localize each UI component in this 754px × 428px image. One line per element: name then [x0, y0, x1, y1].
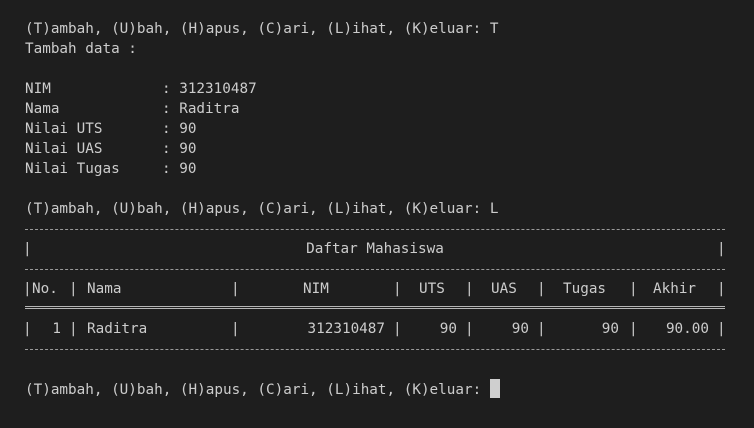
menu-prompt-line-1: (T)ambah, (U)bah, (H)apus, (C)ari, (L)ih…	[25, 19, 498, 39]
cell-nama: Raditra	[87, 321, 148, 337]
field-row-uas: Nilai UAS: 90	[25, 141, 197, 157]
table-border: |	[537, 281, 546, 297]
table-border: |	[717, 321, 726, 337]
menu-prompt-line-3[interactable]: (T)ambah, (U)bah, (H)apus, (C)ari, (L)ih…	[25, 379, 500, 399]
table-header-double-rule	[25, 306, 725, 309]
table-border: |	[23, 321, 32, 337]
field-label-tugas: Nilai Tugas	[25, 161, 120, 177]
table-border: |	[629, 281, 638, 297]
table-border: |	[537, 321, 546, 337]
cell-uas: 90	[511, 321, 529, 337]
table-title-row: | Daftar Mahasiswa |	[23, 239, 727, 259]
table-header-top-rule	[25, 269, 725, 270]
field-row-tugas: Nilai Tugas: 90	[25, 161, 197, 177]
table-top-rule	[25, 229, 725, 230]
menu-prompt-text: (T)ambah, (U)bah, (H)apus, (C)ari, (L)ih…	[25, 382, 490, 398]
table-border: |	[393, 281, 402, 297]
field-value-uas: 90	[179, 141, 197, 157]
table-border: |	[231, 321, 240, 337]
cell-no: 1	[52, 321, 61, 337]
column-header-nim: NIM	[303, 281, 329, 297]
cell-akhir: 90.00	[665, 321, 709, 337]
terminal-window[interactable]: (T)ambah, (U)bah, (H)apus, (C)ari, (L)ih…	[0, 0, 754, 428]
field-label-uas: Nilai UAS	[25, 141, 103, 157]
field-value-tugas: 90	[179, 161, 197, 177]
field-value-nim: 312310487	[179, 81, 257, 97]
column-header-akhir: Akhir	[653, 281, 697, 297]
field-value-uts: 90	[179, 121, 197, 137]
cell-nim: 312310487	[307, 321, 385, 337]
table-border: |	[717, 281, 726, 297]
table-row: | 1 | Raditra | 312310487 | 90 | 90 | 90…	[23, 319, 727, 339]
text-cursor[interactable]	[489, 379, 500, 398]
field-label-nim: NIM	[25, 81, 51, 97]
table-header-row: | No. | Nama | NIM | UTS | UAS | Tugas |…	[23, 279, 727, 299]
table-border: |	[231, 281, 240, 297]
column-header-uas: UAS	[491, 281, 517, 297]
field-row-uts: Nilai UTS: 90	[25, 121, 197, 137]
column-header-nama: Nama	[87, 281, 122, 297]
field-row-nim: NIM: 312310487	[25, 81, 257, 97]
column-header-tugas: Tugas	[563, 281, 607, 297]
table-border: |	[393, 321, 402, 337]
table-border: |	[69, 321, 78, 337]
field-label-nama: Nama	[25, 101, 60, 117]
table-bottom-rule	[25, 349, 725, 350]
user-choice-add: T	[489, 21, 499, 37]
field-value-nama: Raditra	[179, 101, 240, 117]
column-header-uts: UTS	[419, 281, 445, 297]
table-border: |	[465, 321, 474, 337]
table-border: |	[629, 321, 638, 337]
table-border: |	[717, 241, 726, 257]
field-row-nama: Nama: Raditra	[25, 101, 240, 117]
table-border: |	[69, 281, 78, 297]
menu-prompt-line-2: (T)ambah, (U)bah, (H)apus, (C)ari, (L)ih…	[25, 199, 498, 219]
cell-tugas: 90	[601, 321, 619, 337]
table-border: |	[465, 281, 474, 297]
table-title: Daftar Mahasiswa	[306, 241, 444, 257]
table-border: |	[23, 281, 32, 297]
add-data-header: Tambah data :	[25, 41, 137, 57]
menu-prompt-text: (T)ambah, (U)bah, (H)apus, (C)ari, (L)ih…	[25, 21, 490, 37]
field-label-uts: Nilai UTS	[25, 121, 103, 137]
cell-uts: 90	[439, 321, 457, 337]
column-header-no: No.	[32, 281, 58, 297]
menu-prompt-text: (T)ambah, (U)bah, (H)apus, (C)ari, (L)ih…	[25, 201, 490, 217]
user-choice-list: L	[489, 201, 499, 217]
